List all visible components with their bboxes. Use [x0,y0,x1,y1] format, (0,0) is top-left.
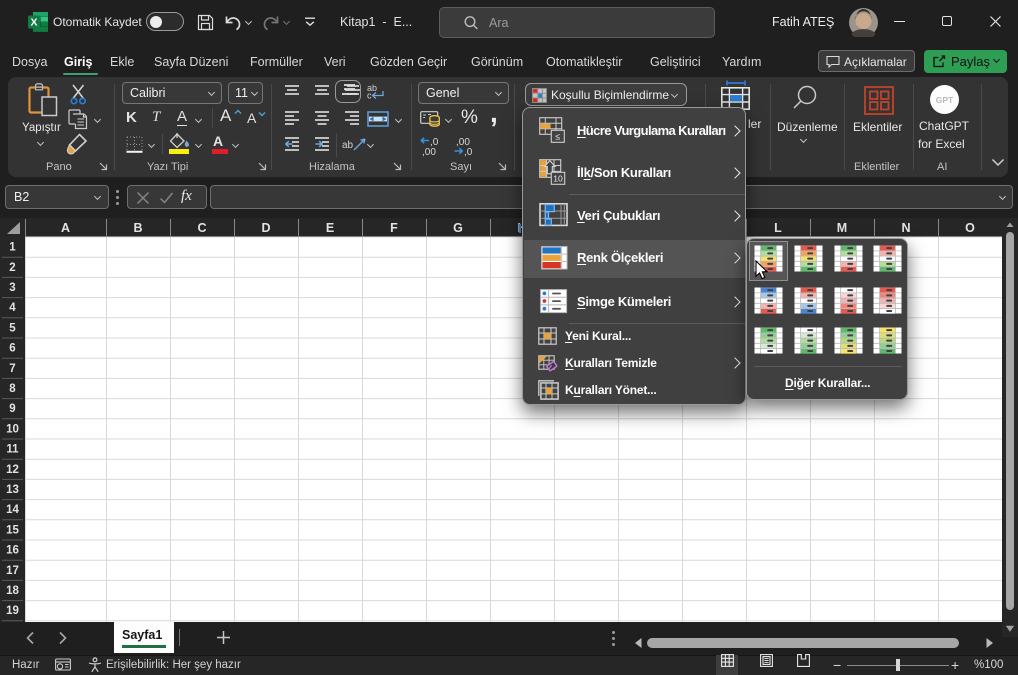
svg-text:14: 14 [6,504,19,516]
svg-text:10: 10 [6,423,19,435]
svg-text:X: X [30,17,37,29]
svg-text:A: A [61,221,70,235]
svg-text:4: 4 [9,302,16,314]
svg-text:ab: ab [342,140,354,151]
svg-text:c: c [367,91,372,100]
svg-text:10: 10 [553,174,563,184]
svg-text:7: 7 [9,363,15,375]
svg-text:E: E [326,221,334,235]
svg-text:13: 13 [6,484,19,496]
svg-text:12: 12 [6,464,19,476]
svg-text:≤: ≤ [555,132,560,142]
svg-text:M: M [837,221,847,235]
svg-text:1: 1 [9,242,16,254]
svg-text:3: 3 [9,282,15,294]
svg-text:15: 15 [6,524,19,536]
svg-text:16: 16 [6,545,19,557]
svg-text:O: O [965,221,975,235]
svg-text:11: 11 [6,444,19,456]
svg-text:17: 17 [6,565,19,577]
svg-text:G: G [453,221,463,235]
svg-text:GPT: GPT [936,95,954,105]
svg-text:L: L [774,221,782,235]
svg-text:,00: ,00 [422,147,436,157]
svg-text:6: 6 [9,343,15,355]
svg-text:,0: ,0 [464,147,473,157]
svg-text:5: 5 [9,322,16,334]
svg-text:8: 8 [9,383,16,395]
svg-text:C: C [197,221,206,235]
svg-text:B: B [133,221,142,235]
svg-text:F: F [390,221,398,235]
svg-text:18: 18 [6,585,19,597]
svg-text:D: D [261,221,270,235]
svg-text:19: 19 [6,605,19,617]
svg-text:2: 2 [9,262,15,274]
svg-text:N: N [901,221,910,235]
svg-text:9: 9 [9,403,15,415]
